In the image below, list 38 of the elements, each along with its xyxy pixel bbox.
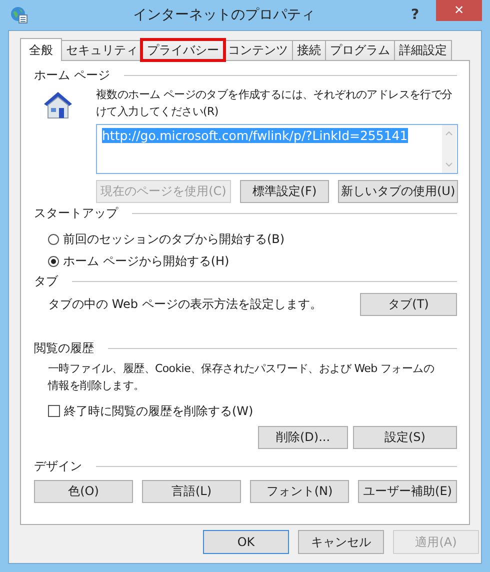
section-heading: 閲覧の履歴 xyxy=(34,340,94,356)
house-icon xyxy=(42,90,74,120)
button[interactable]: フォント(N) xyxy=(250,480,349,503)
button[interactable]: 設定(S) xyxy=(353,426,457,449)
tab[interactable]: コンテンツ xyxy=(223,40,293,60)
button[interactable]: 削除(D)... xyxy=(258,426,348,449)
tab[interactable]: プライバシー xyxy=(142,40,224,60)
tab[interactable]: セキュリティ xyxy=(61,40,143,60)
tab[interactable]: プログラム xyxy=(325,40,395,60)
description-text: タブの中の Web ページの表示方法を設定します。 xyxy=(48,296,322,313)
window-title: インターネットのプロパティ xyxy=(132,6,316,24)
help-button[interactable]: ? xyxy=(400,5,430,25)
checkbox[interactable] xyxy=(48,405,60,417)
section-heading: デザイン xyxy=(34,458,82,474)
globe-icon xyxy=(10,6,28,24)
tab[interactable]: 全般 xyxy=(20,38,62,61)
radio-label[interactable]: ホーム ページから開始する(H) xyxy=(63,252,230,270)
button[interactable]: 標準設定(F) xyxy=(240,180,329,203)
instruction-text: 複数のホーム ページのタブを作成するには、それぞれのアドレスを行で分けて入力してください(R) xyxy=(96,87,454,120)
button[interactable]: OK xyxy=(203,530,289,554)
button[interactable]: ユーザー補助(E) xyxy=(358,480,457,503)
section-heading: タブ xyxy=(34,272,58,290)
checkbox-label[interactable]: 終了時に閲覧の履歴を削除する(W) xyxy=(64,402,254,420)
tab[interactable]: 接続 xyxy=(292,40,326,60)
radio-label[interactable]: 前回のセッションのタブから開始する(B) xyxy=(63,230,285,248)
button[interactable]: タブ(T) xyxy=(360,293,457,316)
scrollbar[interactable] xyxy=(442,125,456,173)
radio-button[interactable] xyxy=(48,256,59,266)
button[interactable]: キャンセル xyxy=(298,530,384,554)
button[interactable]: 新しいタブの使用(U) xyxy=(338,180,458,203)
radio-button[interactable] xyxy=(48,234,59,244)
button[interactable]: 色(O) xyxy=(34,480,133,503)
close-button[interactable]: × xyxy=(436,0,482,21)
section-heading: ホーム ページ xyxy=(34,66,110,84)
tab[interactable]: 詳細設定 xyxy=(394,40,452,60)
button[interactable]: 言語(L) xyxy=(142,480,241,503)
description-text: 一時ファイル、履歴、Cookie、保存されたパスワード、および Web フォームの情報を削除します。 xyxy=(46,361,436,394)
section-heading: スタートアップ xyxy=(34,204,118,222)
